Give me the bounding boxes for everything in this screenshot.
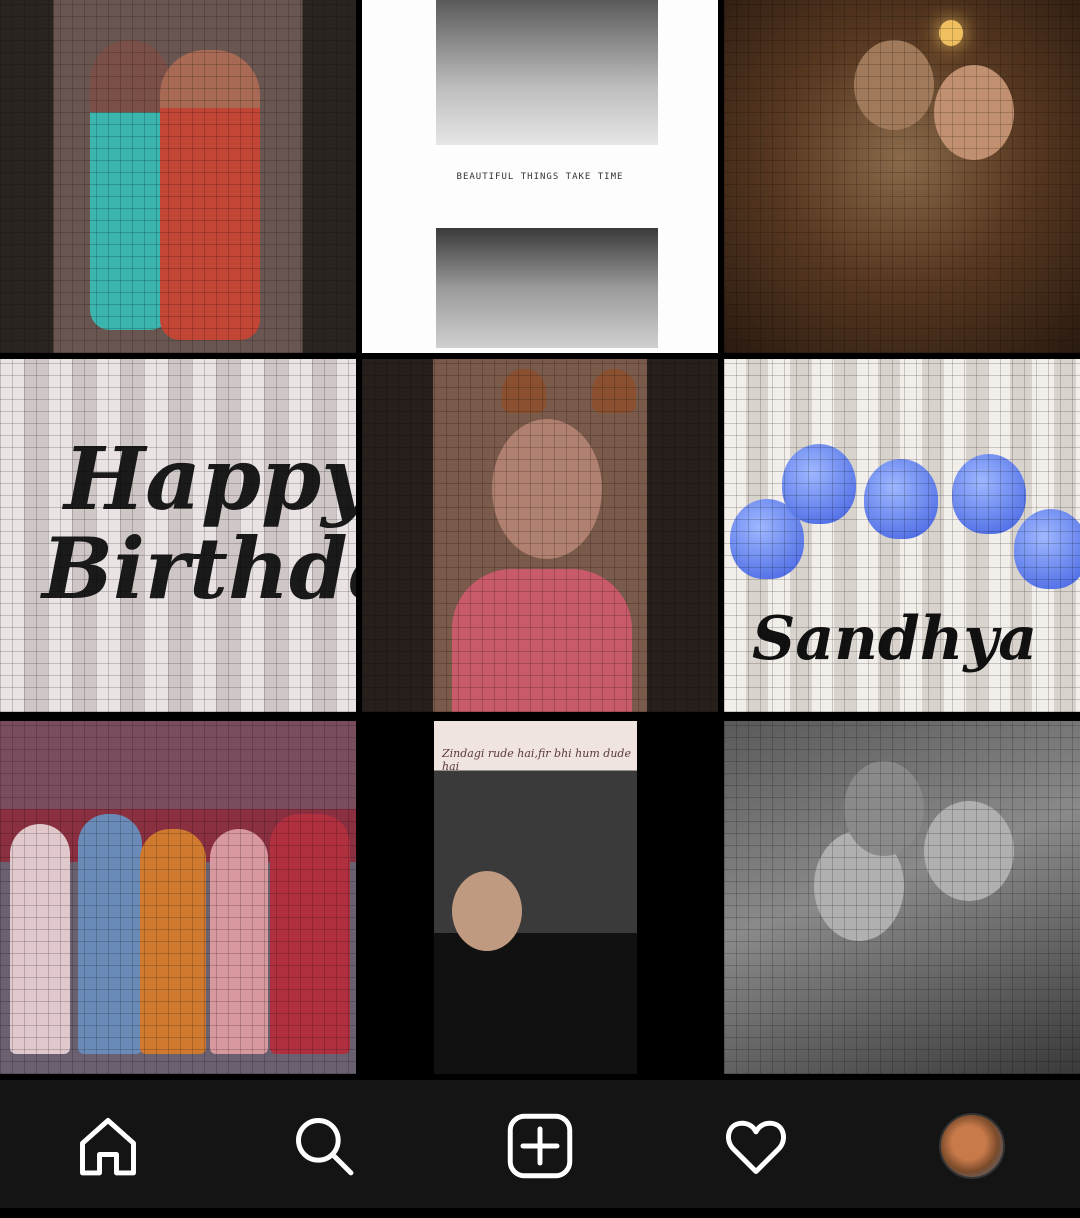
post-dog-filter[interactable] xyxy=(362,359,718,712)
birthday-text: Birthday xyxy=(42,519,356,618)
person xyxy=(78,814,142,1054)
person xyxy=(10,824,70,1054)
post-couple-mosaic[interactable] xyxy=(0,0,356,353)
post-bw-family[interactable] xyxy=(724,721,1080,1074)
add-post-button[interactable] xyxy=(502,1108,578,1184)
post-cafe-couple[interactable] xyxy=(724,0,1080,353)
dog-ear-right xyxy=(592,369,636,413)
add-post-icon xyxy=(507,1113,573,1179)
post-cafe-girl[interactable]: Zindagi rude hai,fir bhi hum dude hai xyxy=(362,721,718,1074)
post-quote: BEAUTIFUL THINGS TAKE TIME xyxy=(456,172,624,182)
heart-icon xyxy=(726,1120,786,1174)
alien-emoji xyxy=(1014,509,1080,589)
search-button[interactable] xyxy=(286,1108,362,1184)
happy-text: Happy xyxy=(64,429,356,530)
alien-emoji xyxy=(952,454,1026,534)
head xyxy=(492,419,602,559)
home-icon xyxy=(80,1118,136,1176)
profile-avatar xyxy=(939,1113,1005,1179)
face xyxy=(844,761,924,856)
nav-bottom-strip xyxy=(0,1208,1080,1213)
alien-emoji xyxy=(864,459,938,539)
story-caption: Zindagi rude hai,fir bhi hum dude hai xyxy=(442,747,631,773)
face-man xyxy=(854,40,934,130)
post-sandhya[interactable]: Sandhya xyxy=(724,359,1080,712)
face-woman xyxy=(934,65,1014,160)
post-family-group[interactable] xyxy=(0,721,356,1074)
alien-emoji xyxy=(782,444,856,524)
face xyxy=(924,801,1014,901)
dog-ear-left xyxy=(502,369,546,413)
person xyxy=(140,829,206,1054)
activity-button[interactable] xyxy=(718,1108,794,1184)
figure-bride xyxy=(160,50,260,340)
profile-button[interactable] xyxy=(934,1108,1010,1184)
bottom-nav-bar xyxy=(0,1080,1080,1213)
face xyxy=(452,871,522,951)
girl-photo xyxy=(436,228,658,348)
figure-groom xyxy=(90,40,170,330)
posts-grid: BEAUTIFUL THINGS TAKE TIME Happy Birthda… xyxy=(0,0,1080,1080)
sandhya-text: Sandhya xyxy=(752,604,1038,674)
lamp xyxy=(939,20,963,46)
person xyxy=(210,829,268,1054)
person xyxy=(270,814,350,1054)
shirt xyxy=(452,569,632,712)
post-beautiful-things[interactable]: BEAUTIFUL THINGS TAKE TIME xyxy=(362,0,718,353)
home-button[interactable] xyxy=(70,1108,146,1184)
baby-photo xyxy=(436,0,658,145)
post-happy-birthday[interactable]: Happy Birthday xyxy=(0,359,356,712)
search-icon xyxy=(296,1118,354,1176)
